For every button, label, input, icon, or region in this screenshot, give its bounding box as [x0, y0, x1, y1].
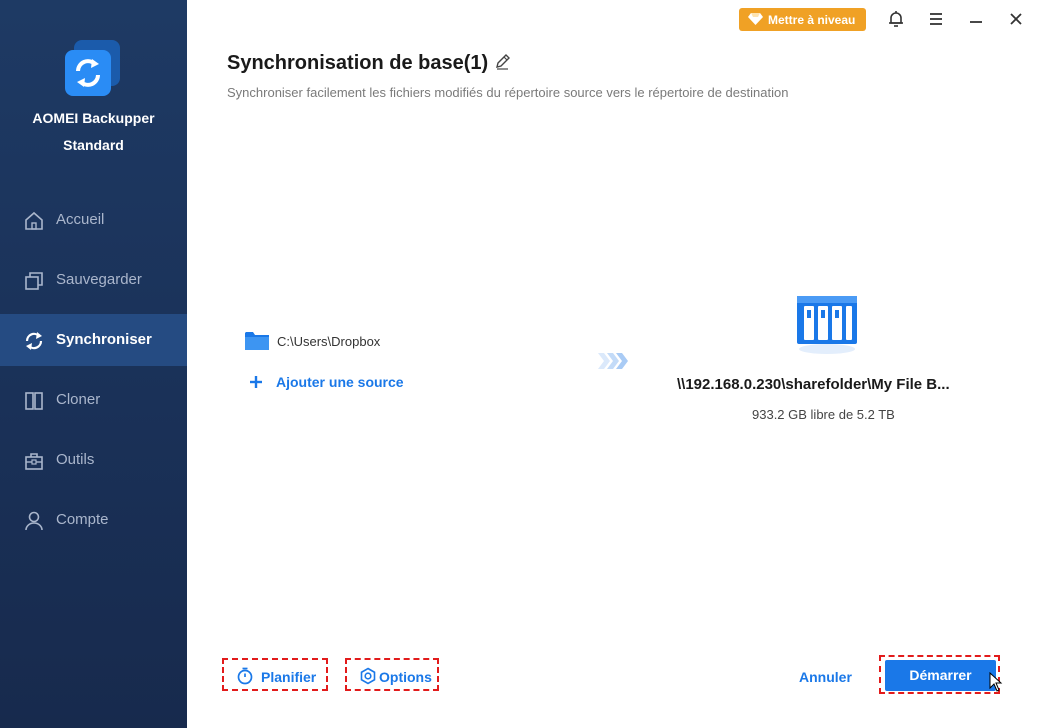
add-source-label: Ajouter une source: [276, 374, 404, 390]
sidebar-item-label: Cloner: [56, 391, 101, 408]
app-name: AOMEI Backupper: [32, 110, 155, 126]
sidebar-item-sauvegarder[interactable]: Sauvegarder: [0, 254, 187, 306]
timer-icon: [237, 667, 253, 685]
sidebar-item-cloner[interactable]: Cloner: [0, 374, 187, 426]
sidebar-item-outils[interactable]: Outils: [0, 434, 187, 486]
schedule-button[interactable]: Planifier: [222, 658, 328, 691]
minimize-icon[interactable]: [966, 9, 986, 29]
sidebar-item-compte[interactable]: Compte: [0, 494, 187, 546]
destination-free-space: 933.2 GB libre de 5.2 TB: [752, 407, 895, 422]
direction-arrows-icon: [598, 353, 628, 369]
user-icon: [25, 511, 43, 531]
diamond-icon: [748, 13, 763, 25]
folder-icon: [245, 332, 269, 350]
menu-icon[interactable]: [926, 9, 946, 29]
nas-icon[interactable]: [792, 294, 862, 356]
destination-path[interactable]: \\192.168.0.230\sharefolder\My File B...: [677, 376, 950, 393]
home-icon: [25, 211, 43, 230]
schedule-label: Planifier: [261, 669, 317, 685]
close-icon[interactable]: [1006, 9, 1026, 29]
sidebar-item-label: Sauvegarder: [56, 271, 142, 288]
sidebar-item-label: Accueil: [56, 211, 105, 228]
sidebar-item-label: Outils: [56, 451, 95, 468]
app-logo-icon: [65, 40, 120, 96]
sidebar-item-label: Synchroniser: [56, 331, 152, 348]
backup-icon: [25, 272, 43, 290]
clone-icon: [25, 392, 43, 410]
bell-icon[interactable]: [886, 9, 906, 29]
sidebar-item-synchroniser[interactable]: Synchroniser: [0, 314, 187, 366]
options-button[interactable]: Options: [345, 658, 439, 691]
sidebar-item-label: Compte: [56, 511, 109, 528]
sidebar-item-accueil[interactable]: Accueil: [0, 194, 187, 246]
page-title: Synchronisation de base(1): [227, 52, 489, 74]
page-subtitle: Synchroniser facilement les fichiers mod…: [227, 85, 789, 100]
upgrade-label: Mettre à niveau: [768, 13, 856, 27]
options-label: Options: [379, 669, 432, 685]
upgrade-button[interactable]: Mettre à niveau: [739, 8, 866, 31]
mouse-cursor-icon: [989, 672, 1003, 692]
sync-icon: [25, 332, 43, 350]
plus-icon: [250, 376, 262, 388]
gear-icon: [360, 667, 376, 685]
toolbox-icon: [25, 453, 43, 470]
source-path[interactable]: C:\Users\Dropbox: [277, 334, 380, 349]
edit-icon[interactable]: [494, 53, 511, 70]
start-button[interactable]: Démarrer: [885, 660, 996, 691]
cancel-button[interactable]: Annuler: [799, 669, 852, 685]
sidebar: AOMEI Backupper Standard Accueil Sauvega…: [0, 0, 187, 728]
start-highlight: Démarrer: [879, 655, 1000, 694]
app-edition: Standard: [63, 137, 124, 153]
